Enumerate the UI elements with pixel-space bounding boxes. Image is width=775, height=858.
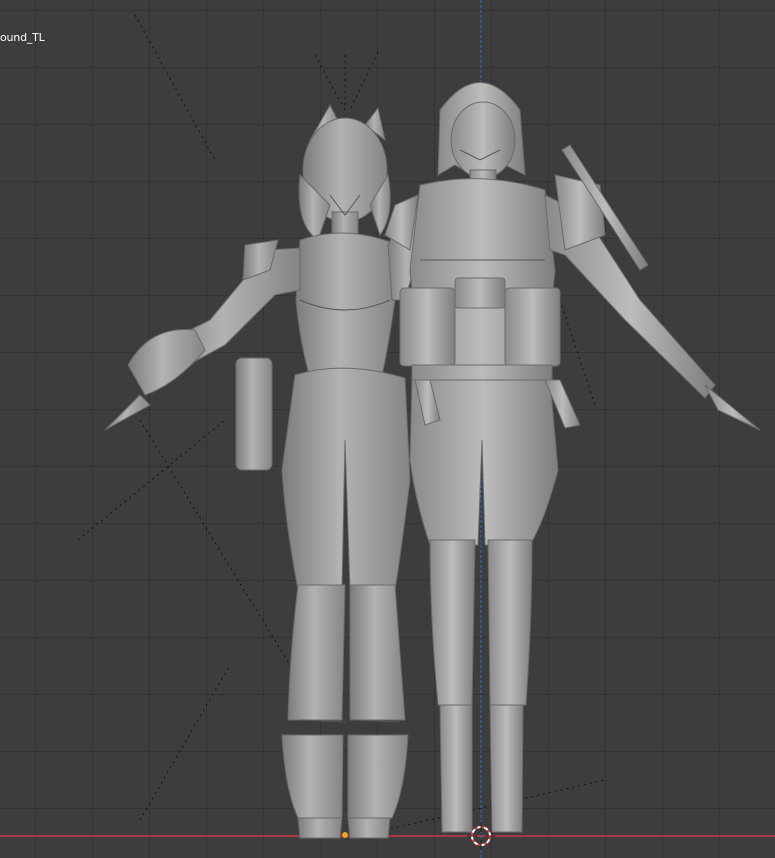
scene-canvas[interactable] <box>0 0 775 858</box>
object-origin-dot[interactable] <box>342 832 348 838</box>
character-right-model[interactable] <box>384 82 761 833</box>
character-left-model[interactable] <box>104 103 429 839</box>
3d-viewport[interactable]: ound_TL <box>0 0 775 858</box>
